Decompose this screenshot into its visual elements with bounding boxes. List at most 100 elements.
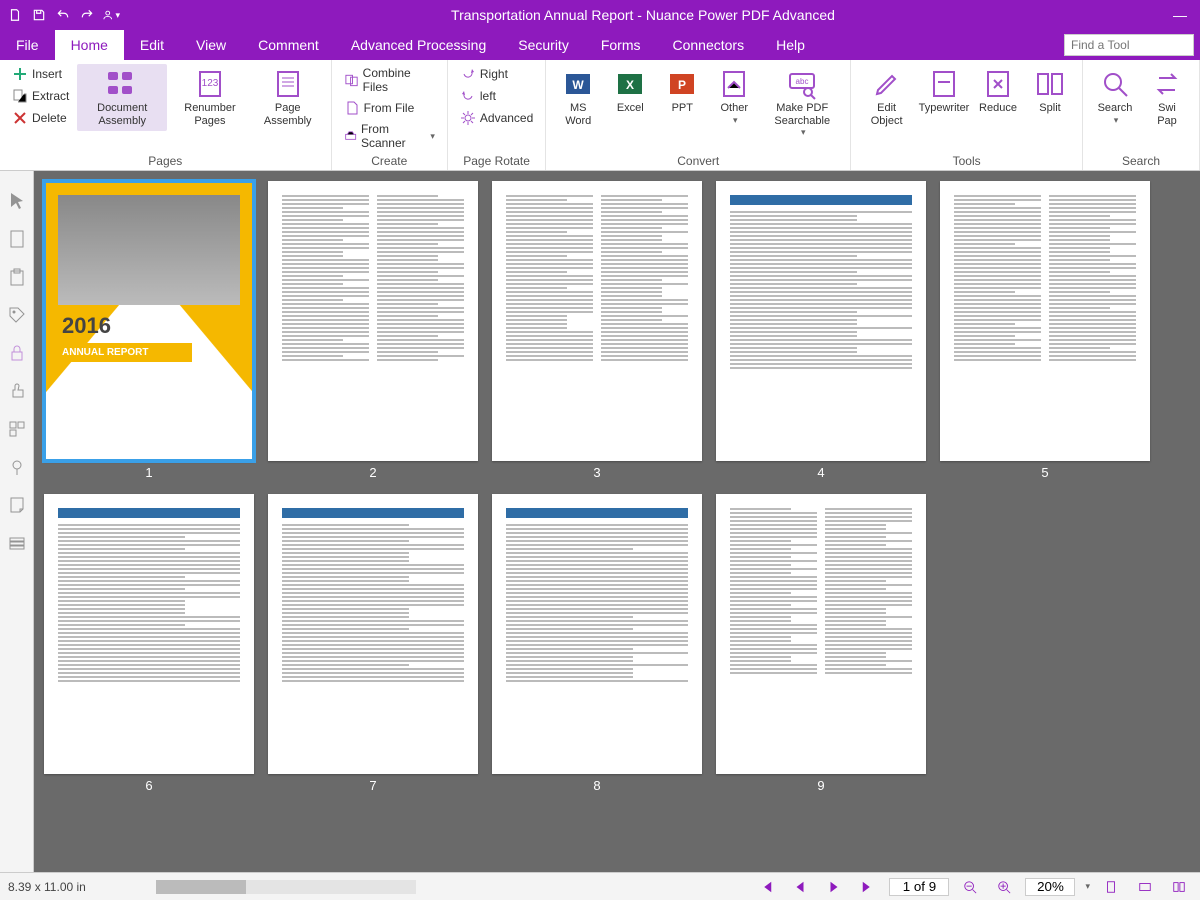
svg-text:123: 123	[202, 78, 219, 89]
typewriter-button[interactable]: Typewriter	[918, 64, 970, 119]
page-thumbnail[interactable]	[940, 181, 1150, 461]
svg-text:abc: abc	[796, 77, 809, 86]
split-button[interactable]: Split	[1026, 64, 1074, 119]
page-thumbnail[interactable]	[268, 494, 478, 774]
save-icon[interactable]	[30, 6, 48, 24]
thumbnail-number: 5	[1041, 465, 1048, 480]
view-facing-button[interactable]	[1166, 880, 1192, 894]
cursor-icon[interactable]	[7, 191, 27, 211]
h-scrollbar[interactable]	[156, 880, 416, 894]
ppt-button[interactable]: PPPT	[658, 64, 706, 119]
user-icon[interactable]: ▾	[102, 6, 120, 24]
view-fit-button[interactable]	[1132, 880, 1158, 894]
page-dimensions: 8.39 x 11.00 in	[8, 880, 148, 894]
status-bar: 8.39 x 11.00 in ▾	[0, 872, 1200, 900]
tab-file[interactable]: File	[0, 30, 55, 60]
gear-icon	[460, 110, 476, 126]
tab-edit[interactable]: Edit	[124, 30, 180, 60]
make-searchable-button[interactable]: abcMake PDF Searchable▾	[762, 64, 842, 142]
minimize-button[interactable]: —	[1166, 7, 1194, 23]
svg-text:P: P	[678, 78, 686, 92]
zoom-in-button[interactable]	[991, 880, 1017, 894]
combine-files-button[interactable]: Combine Files	[340, 64, 439, 96]
from-file-button[interactable]: From File	[340, 98, 439, 118]
search-icon	[1099, 68, 1131, 100]
tab-home[interactable]: Home	[55, 30, 124, 60]
insert-button[interactable]: Insert	[8, 64, 73, 84]
tab-help[interactable]: Help	[760, 30, 821, 60]
rotate-left-button[interactable]: left	[456, 86, 537, 106]
zoom-dropdown[interactable]: ▾	[1083, 881, 1090, 892]
pin-icon[interactable]	[7, 457, 27, 477]
zoom-out-button[interactable]	[957, 880, 983, 894]
title-bar: ▾ Transportation Annual Report - Nuance …	[0, 0, 1200, 30]
tab-advanced-processing[interactable]: Advanced Processing	[335, 30, 502, 60]
group-label-pages: Pages	[8, 152, 323, 168]
first-page-button[interactable]	[753, 880, 779, 894]
thumbsup-icon[interactable]	[7, 381, 27, 401]
other-icon	[718, 68, 750, 100]
renumber-pages-button[interactable]: 123 Renumber Pages	[171, 64, 249, 131]
thumbnail-number: 3	[593, 465, 600, 480]
reduce-button[interactable]: Reduce	[974, 64, 1022, 119]
thumbnail-number: 9	[817, 778, 824, 793]
redo-icon[interactable]	[78, 6, 96, 24]
rotate-advanced-button[interactable]: Advanced	[456, 108, 537, 128]
menu-bar: File Home Edit View Comment Advanced Pro…	[0, 30, 1200, 60]
page-number-input[interactable]	[889, 878, 949, 896]
stack-icon[interactable]	[7, 533, 27, 553]
tab-comment[interactable]: Comment	[242, 30, 335, 60]
thumbnail-number: 1	[145, 465, 152, 480]
msword-button[interactable]: WMS Word	[554, 64, 602, 131]
page-thumbnail[interactable]	[492, 494, 702, 774]
page-thumbnail[interactable]	[716, 494, 926, 774]
organize-icon[interactable]	[7, 419, 27, 439]
page-thumbnail[interactable]	[44, 494, 254, 774]
group-label-tools: Tools	[859, 152, 1074, 168]
excel-button[interactable]: XExcel	[606, 64, 654, 119]
new-icon[interactable]	[6, 6, 24, 24]
note-icon[interactable]	[7, 495, 27, 515]
clipboard-icon[interactable]	[7, 267, 27, 287]
lock-icon[interactable]	[7, 343, 27, 363]
next-page-button[interactable]	[821, 880, 847, 894]
find-tool-input[interactable]	[1064, 34, 1194, 56]
page-thumbnail[interactable]	[716, 181, 926, 461]
last-page-button[interactable]	[855, 880, 881, 894]
thumbnail-number: 7	[369, 778, 376, 793]
switch-pages-button[interactable]: Swi Pap	[1143, 64, 1191, 131]
edit-object-button[interactable]: Edit Object	[859, 64, 914, 131]
zoom-input[interactable]	[1025, 878, 1075, 896]
thumbnails-panel[interactable]: 2016ANNUAL REPORT123456789	[34, 171, 1200, 872]
page-thumbnail[interactable]	[492, 181, 702, 461]
prev-page-button[interactable]	[787, 880, 813, 894]
undo-icon[interactable]	[54, 6, 72, 24]
tab-connectors[interactable]: Connectors	[657, 30, 761, 60]
thumbnail-number: 2	[369, 465, 376, 480]
ribbon-group-create: Combine Files From File From Scanner▾ Cr…	[332, 60, 448, 170]
tab-view[interactable]: View	[180, 30, 242, 60]
from-scanner-button[interactable]: From Scanner▾	[340, 120, 439, 152]
document-assembly-button[interactable]: Document Assembly	[77, 64, 167, 131]
tag-icon[interactable]	[7, 305, 27, 325]
combine-icon	[344, 72, 359, 88]
scanner-icon	[344, 128, 357, 144]
search-button[interactable]: Search▾	[1091, 64, 1139, 129]
ribbon-group-rotate: Right left Advanced Page Rotate	[448, 60, 546, 170]
delete-button[interactable]: Delete	[8, 108, 73, 128]
tab-forms[interactable]: Forms	[585, 30, 657, 60]
page-thumbnail[interactable]	[268, 181, 478, 461]
extract-button[interactable]: Extract	[8, 86, 73, 106]
tab-security[interactable]: Security	[502, 30, 585, 60]
rotate-right-button[interactable]: Right	[456, 64, 537, 84]
thumbnail-number: 8	[593, 778, 600, 793]
page-assembly-button[interactable]: Page Assembly	[253, 64, 323, 131]
ribbon-group-tools: Edit Object Typewriter Reduce Split Tool…	[851, 60, 1083, 170]
ribbon: Insert Extract Delete Document Assembly …	[0, 60, 1200, 171]
reduce-icon	[982, 68, 1014, 100]
view-single-button[interactable]	[1098, 880, 1124, 894]
ppt-icon: P	[666, 68, 698, 100]
page-thumbnail[interactable]: 2016ANNUAL REPORT	[44, 181, 254, 461]
other-convert-button[interactable]: Other▾	[710, 64, 758, 129]
page-icon[interactable]	[7, 229, 27, 249]
